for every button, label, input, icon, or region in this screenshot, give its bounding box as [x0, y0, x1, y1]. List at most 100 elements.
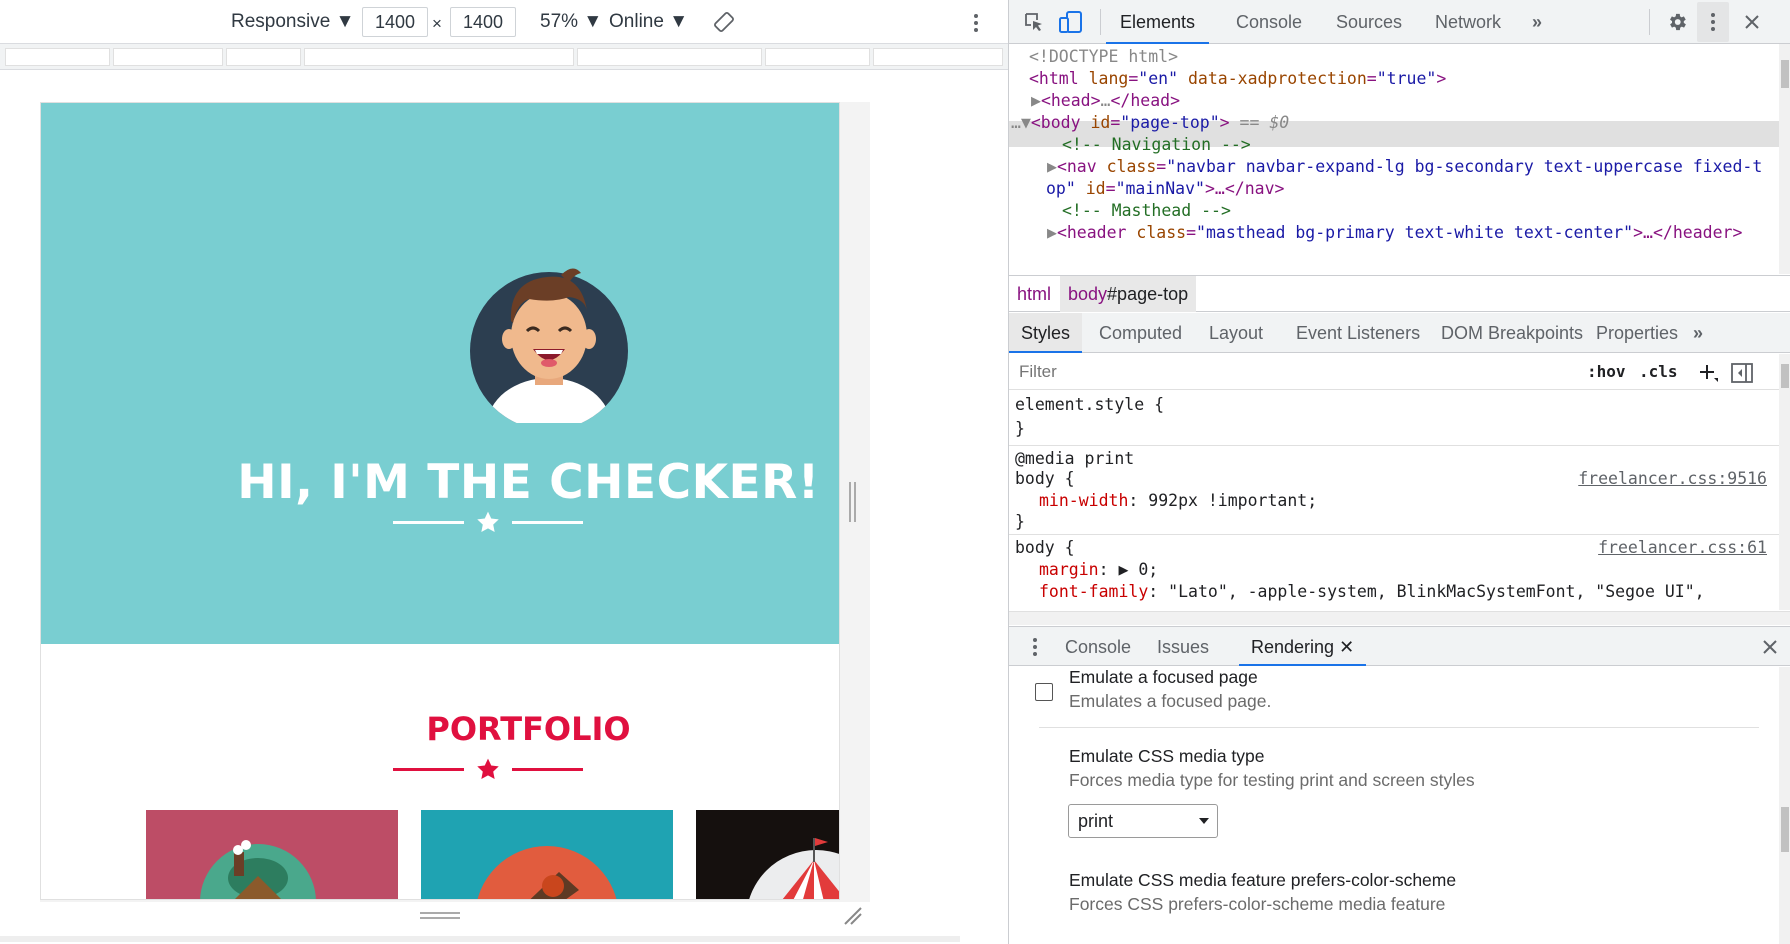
- tab-properties[interactable]: Properties: [1596, 313, 1678, 353]
- resize-bottom-handle[interactable]: [420, 912, 460, 920]
- ruler-segment[interactable]: [304, 48, 574, 66]
- ruler-segment[interactable]: [5, 48, 110, 66]
- portfolio-card-circus[interactable]: [696, 810, 839, 899]
- source-link[interactable]: freelancer.css:9516: [1578, 467, 1767, 491]
- close-devtools-icon[interactable]: [1743, 13, 1761, 31]
- circus-tent-icon: [749, 838, 839, 899]
- prop-name: margin: [1039, 560, 1099, 579]
- settings-gear-icon[interactable]: [1666, 11, 1688, 33]
- scroll-thumb[interactable]: [1781, 807, 1789, 852]
- media-type-desc: Forces media type for testing print and …: [1069, 770, 1475, 790]
- declaration[interactable]: min-width: 992px !important;: [1039, 489, 1317, 513]
- zoom-label: 57%: [540, 11, 579, 32]
- drawer-tab-issues[interactable]: Issues: [1157, 627, 1209, 666]
- portfolio-card-cake[interactable]: [421, 810, 673, 899]
- rule-element-style[interactable]: element.style { }: [1009, 391, 1779, 446]
- resize-right-handle[interactable]: [849, 482, 857, 522]
- prop-name: min-width: [1039, 491, 1129, 510]
- attr-name: id: [1080, 113, 1111, 132]
- rotate-icon[interactable]: [713, 11, 735, 33]
- expand-triangle-icon[interactable]: ▶: [1031, 91, 1041, 110]
- collapse-triangle-icon[interactable]: ▼: [1021, 113, 1031, 132]
- expand-triangle-icon[interactable]: ▶: [1047, 223, 1057, 242]
- styles-scrollbar[interactable]: [1779, 354, 1790, 610]
- tab-dom-breakpoints[interactable]: DOM Breakpoints: [1441, 313, 1583, 353]
- attr-value: "mainNav": [1115, 179, 1205, 198]
- rule-selector: body {: [1015, 538, 1075, 557]
- color-scheme-title: Emulate CSS media feature prefers-color-…: [1069, 870, 1457, 890]
- drawer-menu-icon[interactable]: [1031, 636, 1039, 658]
- focused-page-checkbox[interactable]: [1035, 683, 1053, 701]
- close-drawer-icon[interactable]: [1762, 639, 1778, 655]
- drawer-tab-console[interactable]: Console: [1065, 627, 1131, 666]
- tab-console[interactable]: Console: [1236, 0, 1302, 44]
- dom-scrollbar[interactable]: [1779, 44, 1790, 274]
- tab-computed[interactable]: Computed: [1099, 313, 1182, 353]
- styles-filter-input[interactable]: [1014, 358, 1570, 386]
- drawer-tab-rendering[interactable]: Rendering ✕: [1239, 627, 1367, 666]
- rendering-scrollbar[interactable]: [1779, 667, 1790, 944]
- ruler-segment[interactable]: [577, 48, 762, 66]
- device-select[interactable]: Responsive ▼: [231, 11, 354, 33]
- breadcrumb-html[interactable]: html: [1009, 276, 1059, 312]
- divider-line: [512, 768, 583, 771]
- divider-line: [512, 521, 583, 524]
- rule-close: }: [1015, 512, 1025, 531]
- tag-name: <header: [1056, 223, 1127, 242]
- device-mode-area: Responsive ▼ 1400 × 1400 57% ▼ Online ▼: [0, 0, 1008, 944]
- customize-menu-icon[interactable]: [1709, 11, 1717, 33]
- cls-toggle[interactable]: .cls: [1639, 362, 1678, 381]
- media-type-select[interactable]: print: [1068, 804, 1218, 838]
- zoom-select[interactable]: 57% ▼: [540, 11, 602, 33]
- styles-horizontal-scrollbar[interactable]: [1009, 611, 1790, 625]
- rule-selector: body {: [1015, 469, 1075, 488]
- tab-layout[interactable]: Layout: [1209, 313, 1263, 353]
- inspect-element-icon[interactable]: [1023, 11, 1045, 33]
- emulated-page[interactable]: HI, I'M THE CHECKER! PORTFOLIO: [40, 102, 840, 900]
- ruler-segment[interactable]: [873, 48, 1003, 66]
- scroll-thumb[interactable]: [1781, 364, 1789, 388]
- dom-header-node[interactable]: ▶<header class="masthead bg-primary text…: [1047, 220, 1742, 245]
- rule-body[interactable]: body { freelancer.css:61 margin: ▶ 0; fo…: [1009, 536, 1779, 611]
- prop-name: font-family: [1039, 582, 1149, 601]
- toolbar-separator: [1100, 9, 1101, 35]
- caret-down-icon: ▼: [583, 11, 603, 32]
- throttle-select[interactable]: Online ▼: [609, 11, 688, 33]
- more-tabs-icon[interactable]: »: [1532, 0, 1542, 44]
- more-options-icon[interactable]: [972, 12, 980, 34]
- resize-corner-icon[interactable]: [843, 906, 863, 926]
- focused-page-desc: Emulates a focused page.: [1069, 691, 1272, 711]
- hov-toggle[interactable]: :hov: [1587, 362, 1626, 381]
- media-query-ruler[interactable]: [0, 44, 1008, 70]
- height-input[interactable]: 1400: [450, 7, 516, 37]
- scroll-thumb[interactable]: [1781, 60, 1789, 88]
- ruler-segment[interactable]: [226, 48, 301, 66]
- expand-triangle-icon[interactable]: ▶: [1047, 157, 1057, 176]
- toggle-sidebar-icon[interactable]: [1731, 363, 1753, 383]
- more-tabs-icon[interactable]: »: [1693, 313, 1703, 353]
- tab-elements[interactable]: Elements: [1106, 0, 1210, 44]
- attr-value: "navbar navbar-expand-lg bg-secondary te…: [1166, 157, 1763, 176]
- ruler-segment[interactable]: [113, 48, 223, 66]
- section-divider: [1039, 727, 1759, 728]
- ruler-segment[interactable]: [765, 48, 870, 66]
- declaration[interactable]: font-family: "Lato", -apple-system, Blin…: [1039, 580, 1705, 604]
- cabin-icon: [200, 840, 316, 899]
- styles-pane[interactable]: element.style { } @media print body { fr…: [1009, 391, 1779, 611]
- close-tab-icon[interactable]: ✕: [1339, 637, 1354, 657]
- tab-sources[interactable]: Sources: [1336, 0, 1402, 44]
- width-input[interactable]: 1400: [362, 7, 428, 37]
- portfolio-card-cabin[interactable]: [146, 810, 398, 899]
- source-link[interactable]: freelancer.css:61: [1598, 536, 1767, 560]
- breadcrumb-body[interactable]: body#page-top: [1060, 276, 1197, 312]
- new-rule-plus-icon[interactable]: [1699, 363, 1719, 383]
- device-toolbar-icon[interactable]: [1058, 10, 1084, 34]
- dom-tree[interactable]: <!DOCTYPE html> <html lang="en" data-xad…: [1009, 44, 1779, 274]
- rule-media-print-body[interactable]: @media print body { freelancer.css:9516 …: [1009, 447, 1779, 535]
- declaration[interactable]: margin: ▶ 0;: [1039, 558, 1158, 582]
- tab-styles[interactable]: Styles: [1009, 313, 1083, 353]
- dots-icon[interactable]: …: [1011, 113, 1021, 132]
- tag-close: </head>: [1110, 91, 1181, 110]
- tab-event-listeners[interactable]: Event Listeners: [1296, 313, 1420, 353]
- tab-network[interactable]: Network: [1435, 0, 1501, 44]
